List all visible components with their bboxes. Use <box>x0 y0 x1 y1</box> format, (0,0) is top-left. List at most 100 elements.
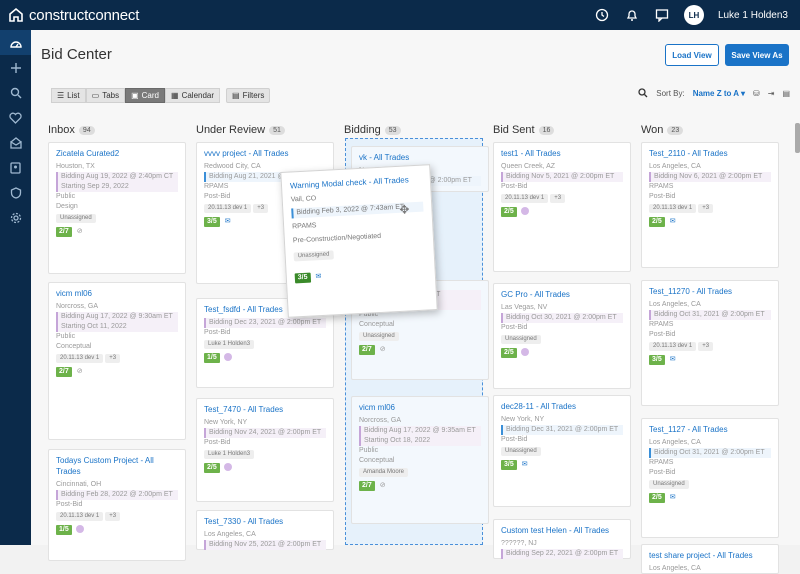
card-title[interactable]: Test_11270 - All Trades <box>649 286 771 297</box>
mail-icon[interactable]: ✉ <box>225 218 231 225</box>
card-bid-date: Bidding Feb 28, 2022 @ 2:00pm ET <box>56 490 178 500</box>
card-stage: Conceptual <box>359 321 395 328</box>
bell-icon[interactable] <box>624 7 640 23</box>
list-item[interactable]: vicm ml06 Norcross, GA Bidding Aug 17, 2… <box>351 396 489 524</box>
sidebar-item-settings[interactable] <box>0 205 31 230</box>
card-assignee[interactable]: 20.11.13 dev 1 <box>649 204 697 213</box>
card-bid-date: Bidding Nov 5, 2021 @ 2:00pm ET <box>501 172 623 182</box>
filters-button[interactable]: ▤ Filters <box>226 88 271 103</box>
sidebar-item-security[interactable] <box>0 180 31 205</box>
user-icon[interactable] <box>223 353 232 362</box>
mail-icon[interactable]: ✉ <box>522 461 528 468</box>
list-item[interactable]: test share project - All Trades Los Ange… <box>641 544 779 574</box>
mail-icon[interactable]: ✉ <box>670 494 676 501</box>
card-title[interactable]: Test_7330 - All Trades <box>204 516 326 527</box>
logo[interactable]: constructconnect <box>8 5 139 25</box>
card-assignee[interactable]: Unassigned <box>649 480 689 489</box>
card-title[interactable]: vicm ml06 <box>56 288 178 299</box>
card-title[interactable]: test share project - All Trades <box>649 550 771 561</box>
tabs-view-button[interactable]: ▭ Tabs <box>85 88 126 103</box>
card-assignee[interactable]: Unassigned <box>501 335 541 344</box>
dragged-card[interactable]: Warning Modal check - All Trades ✥ Vail,… <box>280 164 438 318</box>
history-icon[interactable] <box>594 7 610 23</box>
card-assignee[interactable]: 20.11.13 dev 1 <box>501 194 549 203</box>
list-item[interactable]: Todays Custom Project - All Trades Cinci… <box>48 449 186 561</box>
list-view-button[interactable]: ☰ List <box>51 88 86 103</box>
card-more-count[interactable]: +3 <box>698 204 714 213</box>
sidebar-item-health[interactable] <box>0 105 31 130</box>
card-more-count[interactable]: +3 <box>105 354 121 363</box>
export-icon[interactable]: ⇥ <box>768 89 775 98</box>
save-view-as-button[interactable]: Save View As <box>725 44 789 66</box>
sidebar-item-contacts[interactable] <box>0 155 31 180</box>
card-title[interactable]: GC Pro - All Trades <box>501 289 623 300</box>
card-assignee[interactable]: 20.11.13 dev 1 <box>649 342 697 351</box>
card-assignee[interactable]: 20.11.13 dev 1 <box>56 512 104 521</box>
card-assignee[interactable]: Unassigned <box>359 332 399 341</box>
card-title[interactable]: Test_2110 - All Trades <box>649 148 771 159</box>
link-icon[interactable]: ⊘ <box>77 228 83 235</box>
card-view-button[interactable]: ▣ Card <box>125 88 165 103</box>
link-icon[interactable]: ⊘ <box>380 346 386 353</box>
list-item[interactable]: GC Pro - All Trades Las Vegas, NV Biddin… <box>493 283 631 389</box>
sidebar-item-add[interactable] <box>0 55 31 80</box>
mail-icon[interactable]: ✉ <box>315 273 321 280</box>
list-item[interactable]: vicm ml06 Norcross, GA Bidding Aug 17, 2… <box>48 282 186 440</box>
link-icon[interactable]: ⊘ <box>380 482 386 489</box>
sidebar-item-inbox[interactable] <box>0 130 31 155</box>
print-icon[interactable]: ▤ <box>782 89 790 98</box>
card-assignee[interactable]: Unassigned <box>293 250 334 262</box>
card-title[interactable]: Todays Custom Project - All Trades <box>56 455 178 477</box>
list-item[interactable]: Test_2110 - All Trades Los Angeles, CA B… <box>641 142 779 268</box>
calendar-view-button[interactable]: ▦ Calendar <box>165 88 221 103</box>
card-more-count[interactable]: +3 <box>105 512 121 521</box>
card-more-count[interactable]: +3 <box>698 342 714 351</box>
scroll-thumb[interactable] <box>795 123 800 153</box>
user-icon[interactable] <box>520 207 529 216</box>
link-icon[interactable]: ⊘ <box>77 368 83 375</box>
card-more-count[interactable]: +3 <box>253 204 269 213</box>
list-item[interactable]: Custom test Helen - All Trades ??????, N… <box>493 519 631 559</box>
search-icon[interactable] <box>638 88 648 98</box>
card-assignee[interactable]: 20.11.13 dev 1 <box>204 204 252 213</box>
card-title[interactable]: vvvv project - All Trades <box>204 148 326 159</box>
card-title[interactable]: Zicatela Curated2 <box>56 148 178 159</box>
list-item[interactable]: test1 - All Trades Queen Creek, AZ Biddi… <box>493 142 631 272</box>
card-title[interactable]: test1 - All Trades <box>501 148 623 159</box>
list-item[interactable]: Test_7470 - All Trades New York, NY Bidd… <box>196 398 334 502</box>
card-title[interactable]: Test_1127 - All Trades <box>649 424 771 435</box>
list-item[interactable]: dec28-11 - All Trades New York, NY Biddi… <box>493 395 631 507</box>
scrollbar[interactable] <box>795 123 800 545</box>
list-item[interactable]: Test_1127 - All Trades Los Angeles, CA B… <box>641 418 779 538</box>
user-icon[interactable] <box>223 463 232 472</box>
avatar[interactable]: LH <box>683 5 704 25</box>
card-assignee[interactable]: Unassigned <box>56 214 96 223</box>
card-title[interactable]: Custom test Helen - All Trades <box>501 525 623 536</box>
card-assignee[interactable]: Amanda Moore <box>359 468 409 477</box>
mail-icon[interactable]: ✉ <box>670 356 676 363</box>
card-title[interactable]: vicm ml06 <box>359 402 481 413</box>
user-icon[interactable] <box>75 525 84 534</box>
list-item[interactable]: Test_7330 - All Trades Los Angeles, CA B… <box>196 510 334 550</box>
list-item[interactable]: Zicatela Curated2 Houston, TX Bidding Au… <box>48 142 186 274</box>
card-assignee[interactable]: Luke 1 Holden3 <box>204 450 255 459</box>
card-title[interactable]: Test_7470 - All Trades <box>204 404 326 415</box>
chat-icon[interactable] <box>654 7 670 23</box>
sidebar-item-search[interactable] <box>0 80 31 105</box>
column-bid-sent: Bid Sent 16 <box>493 123 633 137</box>
list-item[interactable]: Test_11270 - All Trades Los Angeles, CA … <box>641 280 779 406</box>
mail-icon[interactable]: ✉ <box>670 218 676 225</box>
card-assignee[interactable]: 20.11.13 dev 1 <box>56 354 104 363</box>
card-assignee[interactable]: Unassigned <box>501 447 541 456</box>
database-icon[interactable]: ⛁ <box>753 89 760 98</box>
sort-dropdown[interactable]: Name Z to A ▾ <box>693 89 745 98</box>
card-more-count[interactable]: +3 <box>550 194 566 203</box>
move-icon[interactable]: ✥ <box>399 202 410 217</box>
user-icon[interactable] <box>520 348 529 357</box>
sidebar-item-dashboard[interactable] <box>0 30 31 55</box>
load-view-button[interactable]: Load View <box>665 44 719 66</box>
card-title[interactable]: dec28-11 - All Trades <box>501 401 623 412</box>
card-assignee[interactable]: Luke 1 Holden3 <box>204 340 255 349</box>
card-title[interactable]: vk - All Trades <box>359 152 481 163</box>
user-name[interactable]: Luke 1 Holden3 <box>718 10 788 21</box>
